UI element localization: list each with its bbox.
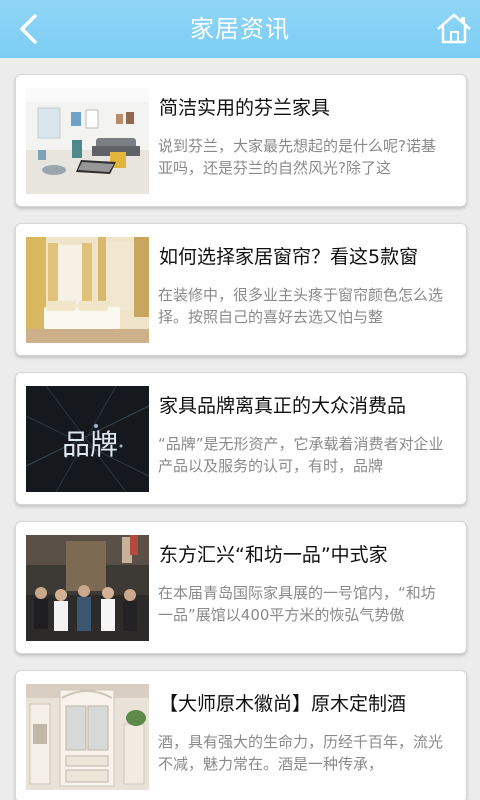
article-summary: 酒，具有强大的生命力，历经千百年，流光不减，魅力常在。酒是一种传承， <box>158 733 444 773</box>
furniture-expo-crowd-photo <box>26 535 149 641</box>
article-title: 如何选择家居窗帘？看这5款窗 <box>159 246 419 268</box>
article-summary: “品牌”是无形资产，它承载着消费者对企业产品以及服务的认可，有时，品牌 <box>158 435 444 475</box>
wine-cabinet-photo <box>26 684 149 790</box>
article-thumbnail <box>26 88 149 194</box>
brand-graphic-text: 品牌 <box>62 428 118 461</box>
bedroom-curtains-photo <box>26 237 149 343</box>
page-title: 家居资讯 <box>190 15 290 43</box>
article-card[interactable]: 品牌 家具品牌离真正的大众消费品 “品牌”是无形资产，它承载着消费者对企业产品以… <box>15 372 467 505</box>
article-thumbnail <box>26 684 149 790</box>
article-thumbnail <box>26 237 149 343</box>
header-bar: 家居资讯 <box>0 0 480 58</box>
article-summary: 在本届青岛国际家具展的一号馆内，“和坊一品”展馆以400平方米的恢弘气势傲 <box>158 584 436 624</box>
article-title: 家具品牌离真正的大众消费品 <box>159 395 407 417</box>
article-card[interactable]: 东方汇兴“和坊一品”中式家 在本届青岛国际家具展的一号馆内，“和坊一品”展馆以4… <box>15 521 467 654</box>
article-summary: 说到芬兰，大家最先想起的是什么呢?诺基亚吗，还是芬兰的自然风光?除了这 <box>158 137 436 177</box>
article-title: 东方汇兴“和坊一品”中式家 <box>159 544 388 566</box>
article-list[interactable]: 简洁实用的芬兰家具 说到芬兰，大家最先想起的是什么呢?诺基亚吗，还是芬兰的自然风… <box>0 58 480 800</box>
article-title: 简洁实用的芬兰家具 <box>159 97 331 119</box>
article-thumbnail: 品牌 <box>26 386 149 492</box>
bright-living-room-photo <box>26 88 149 194</box>
article-card[interactable]: 简洁实用的芬兰家具 说到芬兰，大家最先想起的是什么呢?诺基亚吗，还是芬兰的自然风… <box>15 74 467 207</box>
article-card[interactable]: 【大师原木徽尚】原木定制酒 酒，具有强大的生命力，历经千百年，流光不减，魅力常在… <box>15 670 467 800</box>
home-icon <box>437 13 471 44</box>
article-thumbnail <box>26 535 149 641</box>
article-summary: 在装修中，很多业主头疼于窗帘颜色怎么选择。按照自己的喜好去选又怕与整 <box>158 286 444 326</box>
article-title: 【大师原木徽尚】原木定制酒 <box>159 693 407 715</box>
dark-brand-graphic: 品牌 <box>26 386 149 492</box>
article-card[interactable]: 如何选择家居窗帘？看这5款窗 在装修中，很多业主头疼于窗帘颜色怎么选择。按照自己… <box>15 223 467 356</box>
home-button[interactable] <box>434 9 474 49</box>
